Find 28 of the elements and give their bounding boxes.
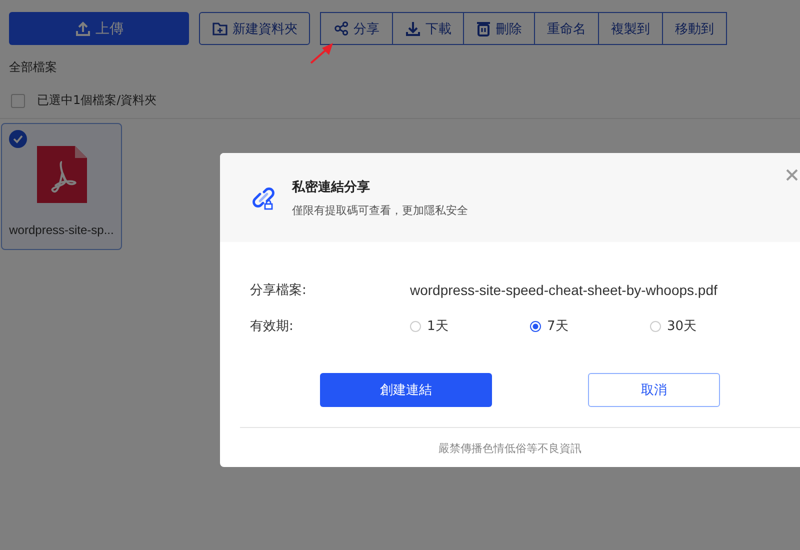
check-icon: [9, 130, 27, 148]
validity-option[interactable]: 30天: [650, 317, 770, 335]
upload-icon: [74, 20, 90, 36]
radio-button[interactable]: [530, 320, 541, 332]
select-all-checkbox[interactable]: [11, 94, 25, 108]
file-name: wordpress-site-sp...: [9, 223, 114, 237]
field-label: 有效期:: [250, 318, 294, 335]
dialog-title: 私密連結分享: [292, 178, 371, 196]
pdf-file-icon: [36, 146, 86, 203]
download-icon: [404, 20, 420, 36]
field-label: 分享檔案:: [250, 282, 308, 299]
file-name-value: wordpress-site-speed-cheat-sheet-by-whoops.pdf: [410, 282, 718, 298]
dialog-subtitle: 僅限有提取碼可查看，更加隱私安全: [292, 202, 468, 218]
trash-icon: [476, 20, 491, 36]
new-folder-button[interactable]: 新建資料夾: [199, 12, 310, 45]
create-link-button[interactable]: 創建連結: [320, 373, 492, 407]
selection-count: 已選中1個檔案/資料夾: [37, 92, 157, 109]
validity-option[interactable]: 7天: [530, 317, 650, 335]
share-icon: [334, 21, 348, 36]
annotation-arrow: [309, 41, 335, 65]
close-icon[interactable]: [786, 169, 798, 181]
upload-button[interactable]: 上傳: [9, 12, 189, 45]
file-card[interactable]: wordpress-site-sp...: [1, 123, 122, 250]
validity-option[interactable]: 1天: [410, 317, 530, 335]
breadcrumb: 全部檔案: [9, 59, 58, 76]
cancel-button[interactable]: 取消: [588, 373, 720, 407]
footer-note: 嚴禁傳播色情低俗等不良資訊: [438, 442, 582, 455]
folder-plus-icon: [212, 20, 228, 36]
